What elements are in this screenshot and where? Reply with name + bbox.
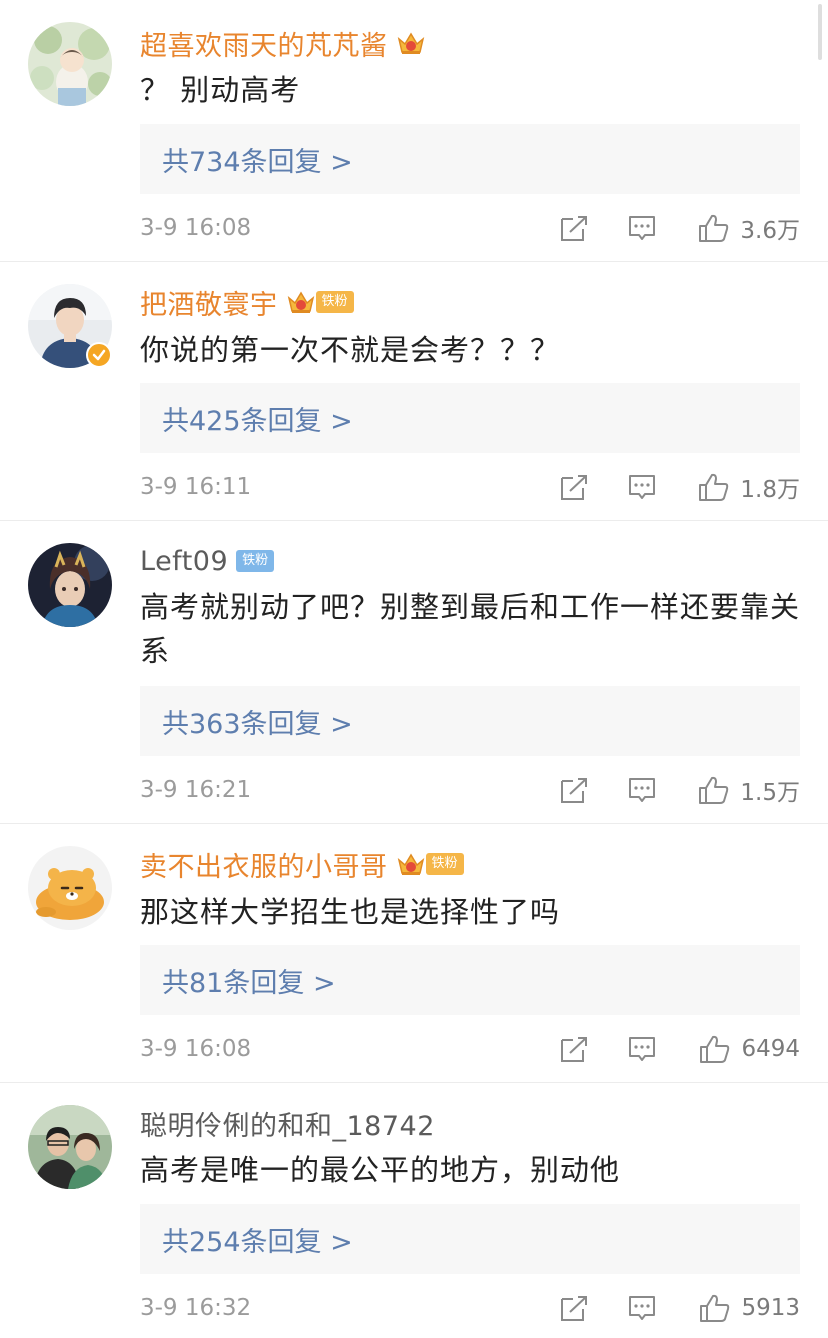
like-button[interactable]: 1.8万: [696, 470, 800, 504]
thumbs-up-icon: [700, 1035, 730, 1063]
share-button[interactable]: [558, 776, 590, 804]
replies-label: 共363条回复 >: [162, 708, 353, 740]
comment-text: 高考就别动了吧？别整到最后和工作一样还要靠关系: [140, 590, 801, 668]
comment-item: 超喜欢雨天的芃芃酱 ？ 别动高考 共734条回复 > 3-9 16:08 3.6…: [0, 0, 828, 262]
vip-badge: 铁粉: [286, 288, 354, 316]
share-button[interactable]: [558, 473, 590, 501]
avatar[interactable]: [28, 1105, 112, 1189]
crown-vip-icon: [397, 853, 424, 875]
reply-button[interactable]: [626, 473, 658, 501]
comment-icon: [629, 778, 655, 802]
share-button[interactable]: [558, 1294, 590, 1322]
comment-text: 你说的第一次不就是会考？？？: [140, 333, 561, 367]
username-row: Left09 铁粉: [140, 543, 275, 579]
comment-time: 3-9 16:11: [140, 474, 252, 500]
username[interactable]: 卖不出衣服的小哥哥: [140, 845, 388, 884]
thumbs-up-icon: [700, 1294, 730, 1322]
verified-check-icon: [92, 349, 106, 361]
view-replies-button[interactable]: 共363条回复 >: [140, 686, 800, 756]
thumbs-up-icon: [699, 776, 729, 804]
view-replies-button[interactable]: 共734条回复 >: [140, 124, 800, 194]
like-count: 1.5万: [740, 780, 800, 806]
reply-button[interactable]: [626, 1294, 658, 1322]
fan-badge: 铁粉: [315, 291, 354, 313]
view-replies-button[interactable]: 共81条回复 >: [140, 945, 800, 1015]
comment-time: 3-9 16:32: [140, 1295, 252, 1321]
username[interactable]: 把酒敬寰宇: [140, 283, 278, 322]
thumbs-up-icon: [699, 473, 729, 501]
reply-button[interactable]: [626, 1035, 658, 1063]
like-button[interactable]: 1.5万: [696, 773, 800, 807]
username-row: 超喜欢雨天的芃芃酱: [140, 24, 426, 63]
share-button[interactable]: [558, 214, 590, 242]
comment-footer: 3-9 16:11 1.8万: [140, 467, 800, 507]
comment-time: 3-9 16:21: [140, 777, 252, 803]
vip-badge: [396, 29, 426, 57]
replies-label: 共734条回复 >: [162, 146, 353, 178]
comment-item: Left09 铁粉 高考就别动了吧？别整到最后和工作一样还要靠关系 共363条回…: [0, 521, 828, 824]
comment-text: 那这样大学招生也是选择性了吗: [140, 895, 561, 929]
username[interactable]: 超喜欢雨天的芃芃酱: [140, 24, 388, 63]
comment-icon: [629, 216, 655, 240]
reply-button[interactable]: [626, 776, 658, 804]
fan-badge: 铁粉: [425, 853, 464, 875]
comment-item: 聪明伶俐的和和_18742 高考是唯一的最公平的地方，别动他 共254条回复 >…: [0, 1083, 828, 1338]
username[interactable]: Left09: [140, 546, 228, 577]
comment-text: ？ 别动高考: [140, 73, 301, 107]
username-row: 聪明伶俐的和和_18742: [140, 1104, 435, 1143]
crown-vip-icon: [287, 291, 314, 313]
like-button[interactable]: 3.6万: [696, 211, 800, 245]
avatar[interactable]: [28, 22, 112, 106]
vip-badge: 铁粉: [396, 850, 464, 878]
comment-icon: [629, 1037, 655, 1061]
like-count: 6494: [741, 1036, 800, 1062]
comment-footer: 3-9 16:08 6494: [140, 1029, 800, 1069]
fan-badge-group: 铁粉: [236, 550, 275, 572]
like-button[interactable]: 5913: [696, 1293, 800, 1323]
share-icon: [561, 475, 587, 500]
comment-time: 3-9 16:08: [140, 1036, 252, 1062]
comment-text: 高考是唯一的最公平的地方，别动他: [140, 1153, 621, 1187]
verified-badge: [86, 342, 112, 368]
comment-footer: 3-9 16:08 3.6万: [140, 208, 800, 248]
replies-label: 共81条回复 >: [162, 967, 336, 999]
comment-icon: [629, 475, 655, 499]
username-row: 卖不出衣服的小哥哥 铁粉: [140, 845, 464, 884]
username[interactable]: 聪明伶俐的和和_18742: [140, 1104, 435, 1143]
like-count: 3.6万: [740, 218, 800, 244]
share-icon: [561, 778, 587, 803]
share-icon: [561, 216, 587, 241]
reply-button[interactable]: [626, 214, 658, 242]
avatar[interactable]: [28, 846, 112, 930]
like-button[interactable]: 6494: [696, 1034, 800, 1064]
crown-vip-icon: [397, 32, 424, 54]
like-count: 5913: [741, 1295, 800, 1321]
like-count: 1.8万: [740, 477, 800, 503]
comment-time: 3-9 16:08: [140, 215, 252, 241]
fan-badge: 铁粉: [236, 550, 275, 572]
share-icon: [561, 1037, 587, 1062]
comment-item: 卖不出衣服的小哥哥 铁粉 那这样大学招生也是选择性了吗 共81条回复 > 3-9…: [0, 824, 828, 1083]
share-button[interactable]: [558, 1035, 590, 1063]
comment-icon: [629, 1296, 655, 1320]
comment-item: 把酒敬寰宇 铁粉 你说的第一次不就是会考？？？ 共425条回复 > 3-9 16…: [0, 262, 828, 521]
username-row: 把酒敬寰宇 铁粉: [140, 283, 354, 322]
thumbs-up-icon: [699, 214, 729, 242]
view-replies-button[interactable]: 共425条回复 >: [140, 383, 800, 453]
avatar[interactable]: [28, 543, 112, 627]
replies-label: 共254条回复 >: [162, 1226, 353, 1258]
view-replies-button[interactable]: 共254条回复 >: [140, 1204, 800, 1274]
replies-label: 共425条回复 >: [162, 405, 353, 437]
comment-footer: 3-9 16:21 1.5万: [140, 770, 800, 810]
comment-footer: 3-9 16:32 5913: [140, 1288, 800, 1328]
share-icon: [561, 1296, 587, 1321]
